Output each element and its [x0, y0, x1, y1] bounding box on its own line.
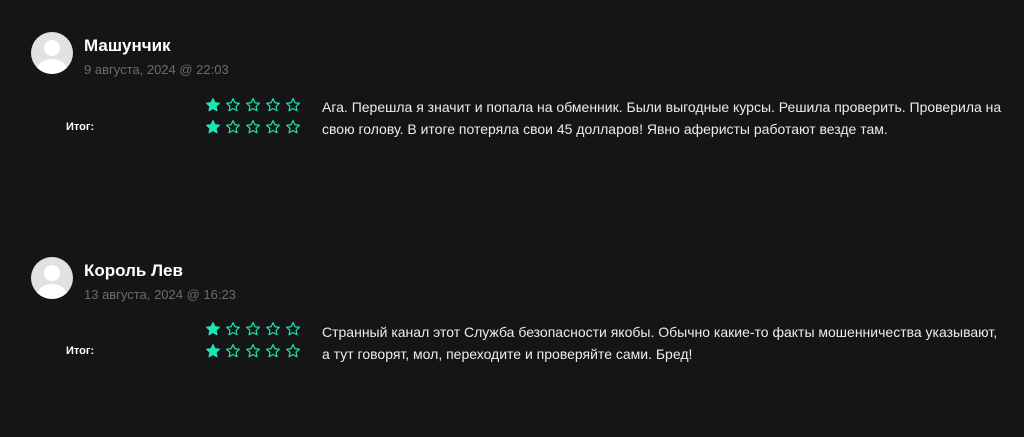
rating-row-2 — [205, 119, 301, 135]
star-filled-icon — [205, 343, 221, 359]
star-empty-icon — [225, 97, 241, 113]
review-author: Машунчик — [84, 36, 171, 55]
avatar — [31, 32, 73, 74]
review-item: Король Лев 13 августа, 2024 @ 16:23 Итог… — [0, 257, 1024, 437]
avatar — [31, 257, 73, 299]
review-text: Ага. Перешла я значит и попала на обменн… — [322, 99, 1002, 137]
rating-row-2 — [205, 343, 301, 359]
star-empty-icon — [225, 119, 241, 135]
total-label: Итог: — [66, 121, 95, 133]
star-empty-icon — [265, 119, 281, 135]
star-empty-icon — [245, 343, 261, 359]
star-filled-icon — [205, 97, 221, 113]
star-empty-icon — [225, 343, 241, 359]
star-empty-icon — [225, 321, 241, 337]
review-item: Машунчик 9 августа, 2024 @ 22:03 Итог: А… — [0, 32, 1024, 212]
review-date: 9 августа, 2024 @ 22:03 — [84, 62, 229, 77]
total-label: Итог: — [66, 345, 95, 357]
star-empty-icon — [285, 321, 301, 337]
review-date: 13 августа, 2024 @ 16:23 — [84, 287, 236, 302]
star-empty-icon — [285, 343, 301, 359]
star-empty-icon — [265, 97, 281, 113]
star-empty-icon — [285, 119, 301, 135]
review-text: Странный канал этот Служба безопасности … — [322, 324, 998, 362]
star-filled-icon — [205, 321, 221, 337]
star-empty-icon — [245, 321, 261, 337]
star-empty-icon — [285, 97, 301, 113]
star-empty-icon — [245, 119, 261, 135]
rating-row-1 — [205, 321, 301, 337]
review-author: Король Лев — [84, 261, 183, 280]
rating-row-1 — [205, 97, 301, 113]
star-empty-icon — [245, 97, 261, 113]
star-filled-icon — [205, 119, 221, 135]
star-empty-icon — [265, 321, 281, 337]
star-empty-icon — [265, 343, 281, 359]
